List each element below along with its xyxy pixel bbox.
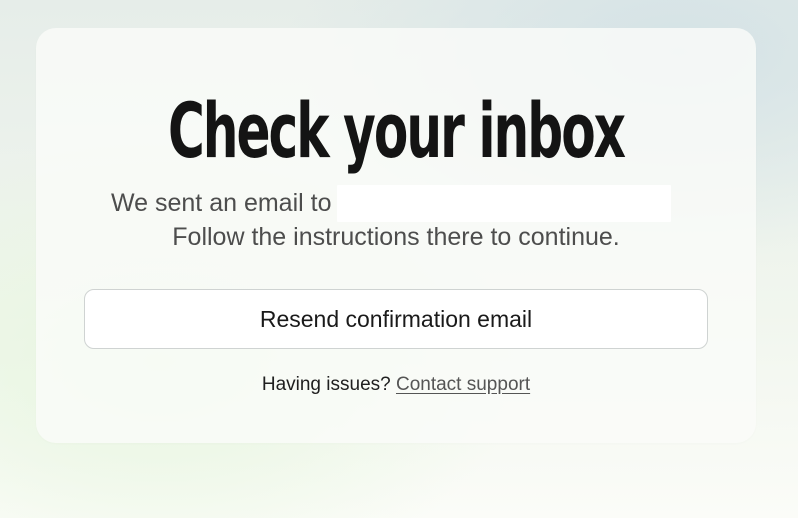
confirmation-card: Check your inbox We sent an email to Fol…: [36, 28, 756, 443]
sent-message: We sent an email to: [111, 184, 672, 222]
redacted-email-address: [337, 184, 672, 222]
page-title: Check your inbox: [167, 86, 626, 175]
help-prefix: Having issues?: [261, 374, 391, 395]
contact-support-link[interactable]: Contact support: [396, 374, 530, 395]
instructions-text: Follow the instructions there to continu…: [172, 223, 620, 251]
help-line: Having issues? Contact support: [36, 371, 756, 399]
sent-message-text: We sent an email to: [111, 188, 332, 217]
resend-confirmation-button[interactable]: Resend confirmation email: [84, 289, 708, 349]
